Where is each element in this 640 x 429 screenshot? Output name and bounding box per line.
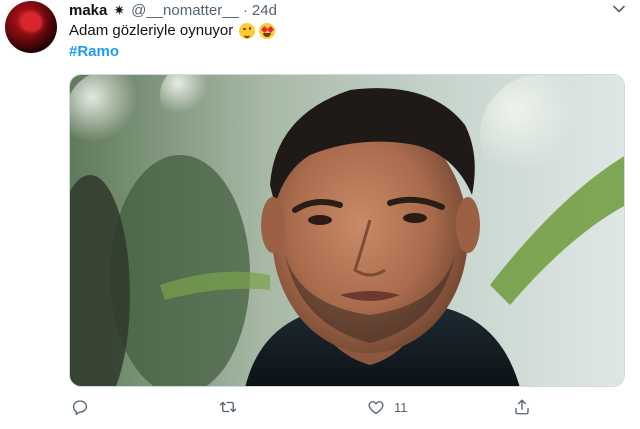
avatar[interactable] bbox=[5, 1, 57, 53]
chevron-down-icon[interactable] bbox=[612, 2, 626, 16]
reply-icon bbox=[72, 400, 88, 415]
tweet[interactable]: maka ✷ @__nomatter__ · 24d Adam gözleriy… bbox=[0, 0, 640, 429]
share-icon bbox=[515, 399, 529, 415]
share-button[interactable] bbox=[513, 398, 531, 416]
like-button[interactable]: 11 bbox=[367, 398, 408, 416]
tweet-header: maka ✷ @__nomatter__ · 24d bbox=[69, 0, 277, 20]
winking-face-emoji bbox=[239, 22, 256, 39]
tweet-text: Adam gözleriyle oynuyor bbox=[69, 22, 276, 39]
tweet-text-content: Adam gözleriyle oynuyor bbox=[69, 22, 234, 39]
retweet-icon bbox=[219, 401, 237, 413]
timestamp[interactable]: 24d bbox=[252, 2, 277, 19]
tweet-media-photo[interactable] bbox=[69, 74, 625, 387]
author-name[interactable]: maka bbox=[69, 2, 107, 19]
sparkle-icon: ✷ bbox=[113, 1, 126, 18]
heart-eyes-emoji bbox=[259, 22, 276, 39]
action-bar: 11 bbox=[69, 398, 539, 420]
reply-button[interactable] bbox=[71, 398, 89, 416]
retweet-button[interactable] bbox=[219, 398, 237, 416]
like-count: 11 bbox=[394, 399, 408, 415]
like-icon bbox=[368, 401, 384, 415]
hashtag-link[interactable]: #Ramo bbox=[69, 43, 119, 60]
avatar-blob bbox=[21, 13, 41, 31]
photo-image bbox=[70, 75, 624, 386]
separator: · bbox=[242, 1, 248, 19]
author-handle[interactable]: @__nomatter__ bbox=[131, 2, 239, 19]
